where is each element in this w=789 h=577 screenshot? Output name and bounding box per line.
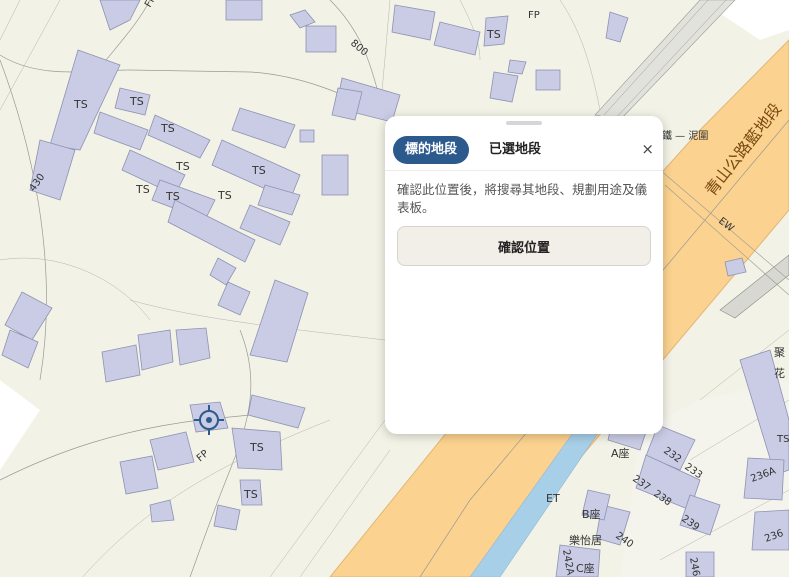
edge-label: 花 xyxy=(774,367,785,380)
panel-description: 確認此位置後，將搜尋其地段、規劃用途及儀表板。 xyxy=(397,182,648,215)
ts-label: TS xyxy=(776,434,789,445)
ts-label: TS xyxy=(129,95,144,108)
block-b-label: B座 xyxy=(582,507,601,521)
ts-label: TS xyxy=(135,183,150,196)
ts-label: TS xyxy=(251,164,266,177)
railway-label: 鐵 — 泥圍 xyxy=(662,129,708,142)
ts-label: TS xyxy=(175,160,190,173)
location-panel: 標的地段 已選地段 × 確認此位置後，將搜尋其地段、規劃用途及儀表板。 確認位置 xyxy=(385,116,663,434)
ts-label: TS xyxy=(165,190,180,203)
edge-label: 聚 xyxy=(774,346,785,359)
ts-label: TS xyxy=(243,488,258,501)
confirm-location-button[interactable]: 確認位置 xyxy=(397,226,651,266)
tab-target-lot[interactable]: 標的地段 xyxy=(393,136,470,164)
ts-label: TS xyxy=(249,441,264,454)
label-et: ET xyxy=(546,492,560,505)
panel-tabs: 標的地段 已選地段 xyxy=(393,136,553,164)
block-a-label: A座 xyxy=(611,446,630,460)
close-icon[interactable]: × xyxy=(641,140,654,158)
drag-handle[interactable] xyxy=(506,121,542,125)
divider xyxy=(385,170,663,171)
ts-label: TS xyxy=(217,189,232,202)
ts-label: TS xyxy=(73,98,88,111)
ts-label: TS xyxy=(486,28,501,41)
estate-label: 樂怡居 xyxy=(569,533,602,547)
fp-label: FP xyxy=(528,10,540,21)
block-c-label: C座 xyxy=(576,561,595,575)
ts-label: TS xyxy=(160,122,175,135)
tab-selected-lots[interactable]: 已選地段 xyxy=(477,136,553,164)
